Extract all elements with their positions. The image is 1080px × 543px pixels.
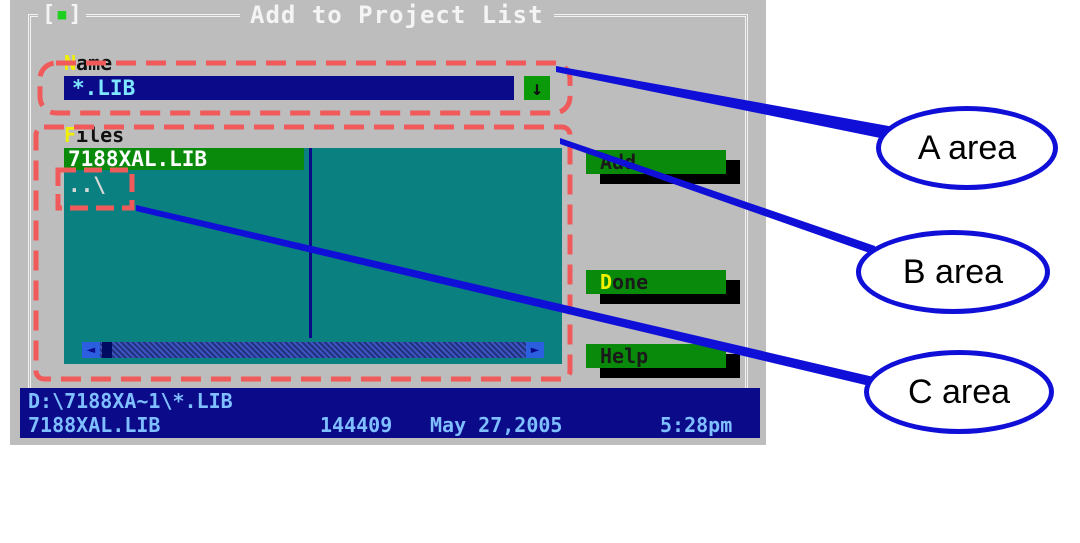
b-area-callout: B area <box>856 230 1050 314</box>
a-area-callout: A area <box>876 106 1058 190</box>
b-area-highlight <box>33 124 573 382</box>
c-area-highlight <box>55 167 135 211</box>
c-area-callout: C area <box>864 350 1054 434</box>
b-area-connector <box>560 138 878 256</box>
a-area-connector <box>556 66 900 142</box>
a-area-highlight <box>37 60 573 116</box>
c-area-connector <box>136 205 878 388</box>
